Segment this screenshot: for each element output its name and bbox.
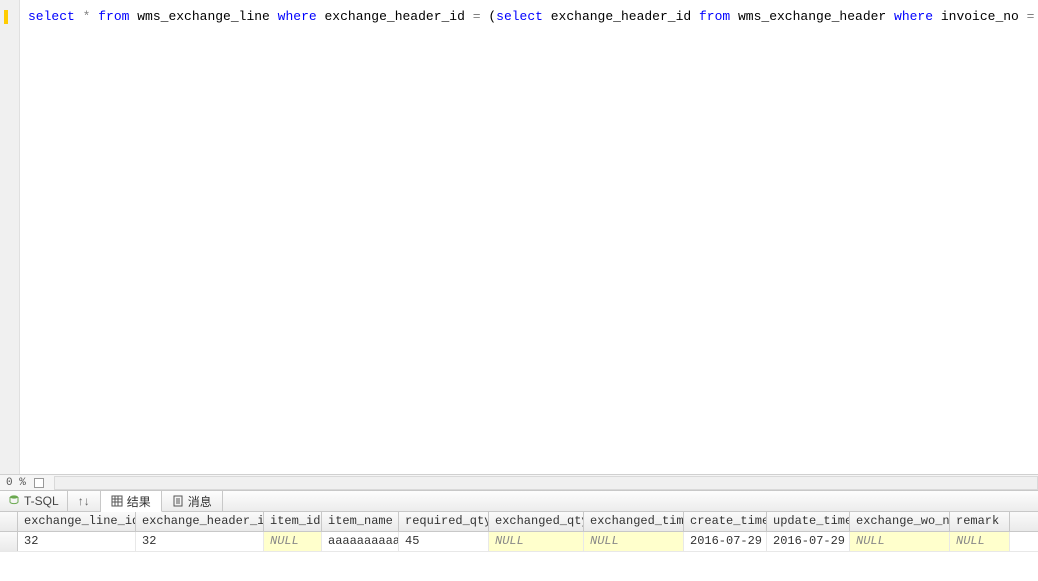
lang-indicator[interactable]: T-SQL bbox=[0, 491, 68, 511]
column-header[interactable]: exchange_header_id bbox=[136, 512, 264, 531]
zoom-level: 0 % bbox=[0, 477, 32, 489]
results-tabs: T-SQL ↑↓ 结果 消息 bbox=[0, 490, 1038, 512]
corner-handle[interactable] bbox=[0, 512, 18, 531]
column-header[interactable]: item_id bbox=[264, 512, 322, 531]
sort-arrows: ↑↓ bbox=[78, 494, 90, 508]
zoom-slider-handle[interactable] bbox=[34, 478, 44, 488]
sql-token: exchange_header_id bbox=[543, 9, 699, 24]
sql-token: wms_exchange_header bbox=[730, 9, 894, 24]
sql-token: = bbox=[473, 9, 489, 24]
grid-icon bbox=[111, 495, 123, 507]
table-cell[interactable]: 32 bbox=[18, 532, 136, 551]
tab-results[interactable]: 结果 bbox=[101, 491, 162, 512]
editor-status-bar: 0 % bbox=[0, 474, 1038, 490]
sql-token: ( bbox=[488, 9, 496, 24]
sql-token: from bbox=[699, 9, 730, 24]
horizontal-scrollbar[interactable] bbox=[54, 476, 1038, 490]
table-row[interactable]: 3232NULLaaaaaaaaaa45NULLNULL2016-07-2920… bbox=[0, 532, 1038, 552]
sql-token: * bbox=[75, 9, 98, 24]
column-header[interactable]: exchange_wo_no bbox=[850, 512, 950, 531]
column-header[interactable]: create_time bbox=[684, 512, 767, 531]
row-handle[interactable] bbox=[0, 532, 18, 551]
sql-token: select bbox=[28, 9, 75, 24]
tab-messages-label: 消息 bbox=[188, 493, 212, 510]
table-cell[interactable]: NULL bbox=[584, 532, 684, 551]
table-cell[interactable]: NULL bbox=[850, 532, 950, 551]
column-header[interactable]: required_qty bbox=[399, 512, 489, 531]
table-cell[interactable]: aaaaaaaaaa bbox=[322, 532, 399, 551]
line-marker bbox=[4, 10, 8, 24]
column-header[interactable]: update_time bbox=[767, 512, 850, 531]
sort-indicator[interactable]: ↑↓ bbox=[68, 491, 101, 511]
sql-editor[interactable]: select * from wms_exchange_line where ex… bbox=[0, 0, 1038, 490]
column-header[interactable]: exchanged_qty bbox=[489, 512, 584, 531]
table-cell[interactable]: 32 bbox=[136, 532, 264, 551]
sql-token: wms_exchange_line bbox=[129, 9, 277, 24]
lang-label: T-SQL bbox=[24, 494, 59, 508]
table-cell[interactable]: 2016-07-29 bbox=[684, 532, 767, 551]
table-cell[interactable]: NULL bbox=[264, 532, 322, 551]
grid-body: 3232NULLaaaaaaaaaa45NULLNULL2016-07-2920… bbox=[0, 532, 1038, 552]
column-header[interactable]: exchanged_time bbox=[584, 512, 684, 531]
page-icon bbox=[172, 495, 184, 507]
sql-token: where bbox=[278, 9, 317, 24]
column-header[interactable]: item_name bbox=[322, 512, 399, 531]
sql-token: = bbox=[1027, 9, 1038, 24]
sql-token: where bbox=[894, 9, 933, 24]
db-icon bbox=[8, 494, 20, 509]
table-cell[interactable]: NULL bbox=[489, 532, 584, 551]
sql-token: exchange_header_id bbox=[317, 9, 473, 24]
editor-gutter bbox=[0, 0, 20, 490]
column-header[interactable]: remark bbox=[950, 512, 1010, 531]
sql-text-line[interactable]: select * from wms_exchange_line where ex… bbox=[28, 9, 1038, 25]
grid-header-row: exchange_line_idexchange_header_iditem_i… bbox=[0, 512, 1038, 532]
column-header[interactable]: exchange_line_id bbox=[18, 512, 136, 531]
sql-token: select bbox=[496, 9, 543, 24]
table-cell[interactable]: 45 bbox=[399, 532, 489, 551]
sql-token: from bbox=[98, 9, 129, 24]
sql-token: invoice_no bbox=[933, 9, 1027, 24]
results-grid[interactable]: exchange_line_idexchange_header_iditem_i… bbox=[0, 512, 1038, 552]
tab-results-label: 结果 bbox=[127, 493, 151, 510]
table-cell[interactable]: NULL bbox=[950, 532, 1010, 551]
table-cell[interactable]: 2016-07-29 bbox=[767, 532, 850, 551]
tab-messages[interactable]: 消息 bbox=[162, 491, 223, 511]
